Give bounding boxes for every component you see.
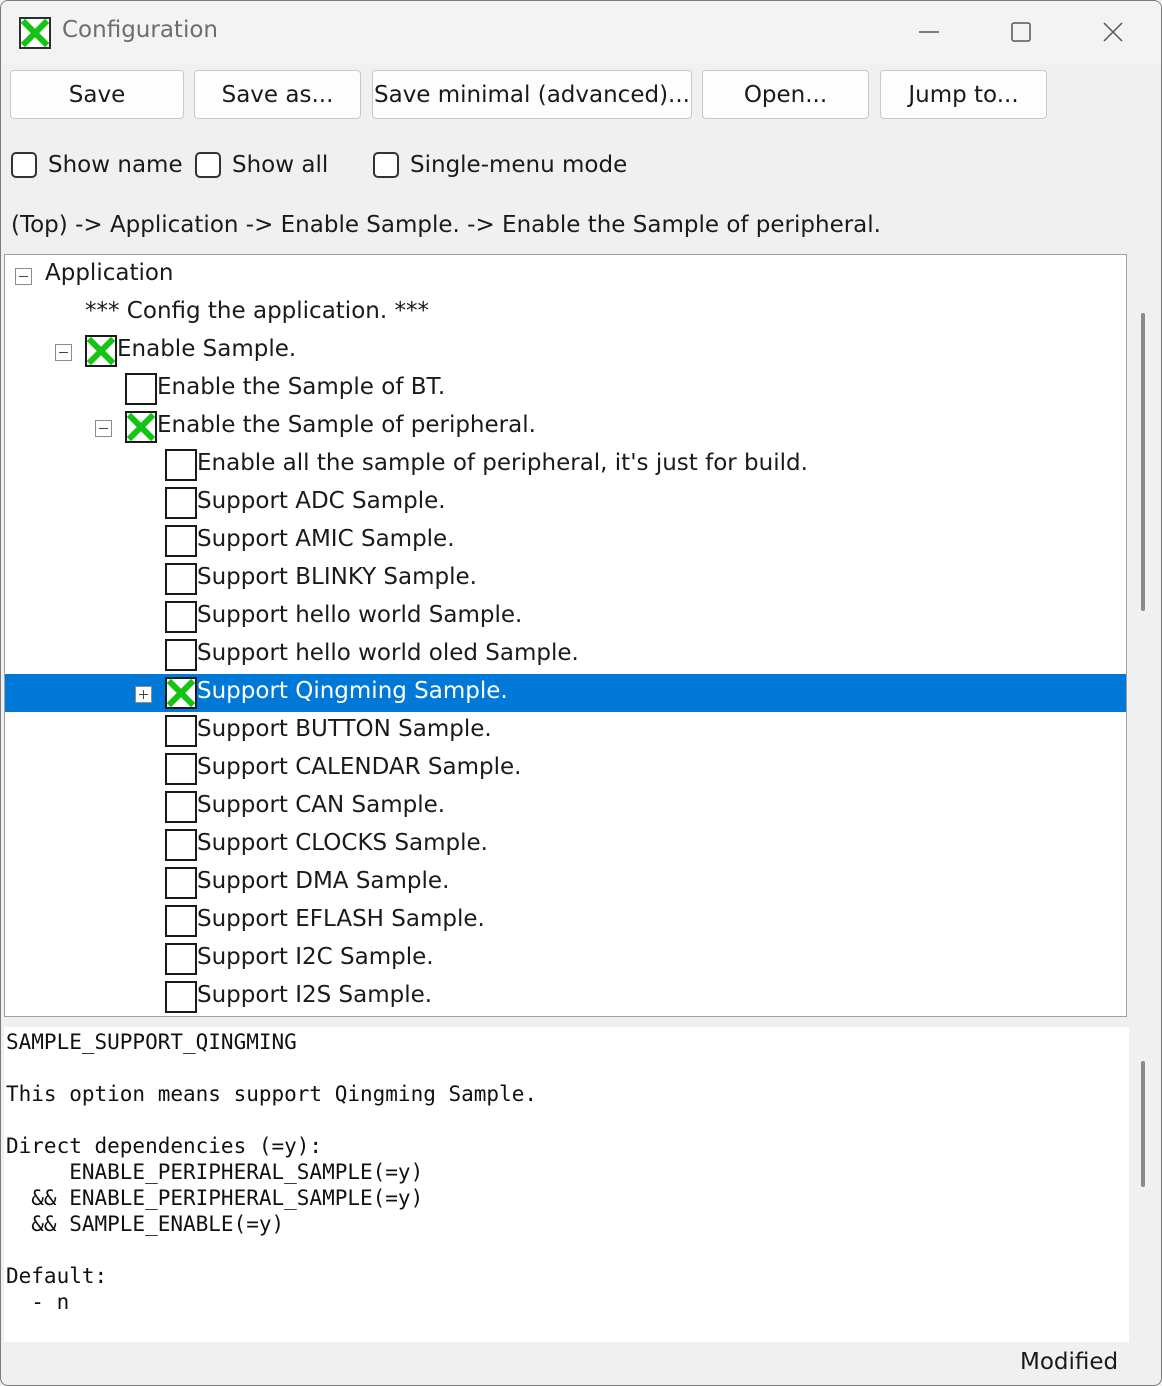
tree-row-label: Support hello world oled Sample. [197,640,579,666]
minimize-icon[interactable] [899,9,959,55]
tree-row-label: Support CAN Sample. [197,792,446,818]
tree-row[interactable]: Support BUTTON Sample. [5,712,1126,750]
breadcrumb: (Top) -> Application -> Enable Sample. -… [11,212,881,238]
tree-row[interactable]: Support CAN Sample. [5,788,1126,826]
tree-row-label: Enable the Sample of peripheral. [157,412,536,438]
tree-row-label: Support AMIC Sample. [197,526,455,552]
configuration-window: Configuration Save Save as... Save minim… [0,0,1162,1386]
maximize-icon[interactable] [991,9,1051,55]
tree-row-label: Enable the Sample of BT. [157,374,446,400]
window-title: Configuration [62,17,218,43]
unchecked-checkbox[interactable] [165,563,197,595]
unchecked-checkbox[interactable] [125,373,157,405]
tree-row-label: Support DMA Sample. [197,868,450,894]
unchecked-checkbox[interactable] [165,943,197,975]
tree-row[interactable]: Support Qingming Sample. [5,674,1126,712]
tree-scrollbar[interactable] [1141,313,1145,611]
unchecked-checkbox[interactable] [165,905,197,937]
open-button[interactable]: Open... [702,70,869,119]
unchecked-checkbox[interactable] [165,867,197,899]
tree-row-label: Support I2S Sample. [197,982,433,1008]
tree-row-label: Support hello world Sample. [197,602,523,628]
tree-row[interactable]: Enable Sample. [5,332,1126,370]
tree-row[interactable]: Support BLINKY Sample. [5,560,1126,598]
tree-row-label: Application [45,260,174,286]
collapse-icon[interactable] [55,344,72,361]
tree-row-label: Support BUTTON Sample. [197,716,492,742]
info-scrollbar[interactable] [1141,1061,1145,1187]
show-all-label: Show all [232,152,329,178]
save-minimal-button[interactable]: Save minimal (advanced)... [372,70,692,119]
app-icon [19,17,51,49]
tree-row[interactable]: Support I2S Sample. [5,978,1126,1016]
tree-row[interactable]: Support EFLASH Sample. [5,902,1126,940]
tree-row-label: Support CALENDAR Sample. [197,754,522,780]
tree-row-label: Enable all the sample of peripheral, it'… [197,450,808,476]
show-all-option[interactable]: Show all [195,148,328,182]
show-name-option[interactable]: Show name [11,148,183,182]
info-text: SAMPLE_SUPPORT_QINGMING This option mean… [6,1030,538,1314]
single-menu-option[interactable]: Single-menu mode [373,148,627,182]
unchecked-checkbox[interactable] [165,601,197,633]
info-panel: SAMPLE_SUPPORT_QINGMING This option mean… [4,1027,1129,1342]
unchecked-checkbox[interactable] [165,639,197,671]
checked-checkbox[interactable] [165,677,197,709]
unchecked-checkbox[interactable] [165,715,197,747]
show-name-checkbox[interactable] [11,152,37,178]
checked-checkbox[interactable] [125,411,157,443]
tree-row-label: *** Config the application. *** [85,298,429,324]
single-menu-checkbox[interactable] [373,152,399,178]
save-button[interactable]: Save [10,70,184,119]
tree-row[interactable]: Enable all the sample of peripheral, it'… [5,446,1126,484]
unchecked-checkbox[interactable] [165,753,197,785]
tree-row-label: Support BLINKY Sample. [197,564,477,590]
tree-row[interactable]: Support AMIC Sample. [5,522,1126,560]
show-all-checkbox[interactable] [195,152,221,178]
single-menu-label: Single-menu mode [410,152,628,178]
jump-to-button[interactable]: Jump to... [880,70,1047,119]
checked-checkbox[interactable] [85,335,117,367]
unchecked-checkbox[interactable] [165,791,197,823]
tree-row[interactable]: Support CLOCKS Sample. [5,826,1126,864]
title-bar[interactable]: Configuration [1,1,1161,63]
tree-row-label: Enable Sample. [117,336,297,362]
tree-row-label: Support CLOCKS Sample. [197,830,488,856]
tree-row[interactable]: Application [5,256,1126,294]
save-as-button[interactable]: Save as... [194,70,361,119]
unchecked-checkbox[interactable] [165,449,197,481]
collapse-icon[interactable] [15,268,32,285]
unchecked-checkbox[interactable] [165,981,197,1013]
tree-row-label: Support EFLASH Sample. [197,906,485,932]
unchecked-checkbox[interactable] [165,525,197,557]
tree-row[interactable]: Support I2C Sample. [5,940,1126,978]
tree-row[interactable]: Enable the Sample of BT. [5,370,1126,408]
tree-row[interactable]: *** Config the application. *** [5,294,1126,332]
tree-row[interactable]: Enable the Sample of peripheral. [5,408,1126,446]
config-tree[interactable]: Application *** Config the application. *… [4,254,1127,1017]
unchecked-checkbox[interactable] [165,829,197,861]
tree-row[interactable]: Support hello world oled Sample. [5,636,1126,674]
show-name-label: Show name [48,152,183,178]
tree-row-label: Support I2C Sample. [197,944,434,970]
collapse-icon[interactable] [95,420,112,437]
tree-row[interactable]: Support ADC Sample. [5,484,1126,522]
tree-row[interactable]: Support CALENDAR Sample. [5,750,1126,788]
tree-row[interactable]: Support hello world Sample. [5,598,1126,636]
tree-row-label: Support ADC Sample. [197,488,446,514]
expand-icon[interactable] [135,686,152,703]
unchecked-checkbox[interactable] [165,487,197,519]
tree-row-label: Support Qingming Sample. [197,678,508,704]
tree-row[interactable]: Support DMA Sample. [5,864,1126,902]
status-text: Modified [1020,1349,1119,1375]
close-icon[interactable] [1083,9,1143,55]
